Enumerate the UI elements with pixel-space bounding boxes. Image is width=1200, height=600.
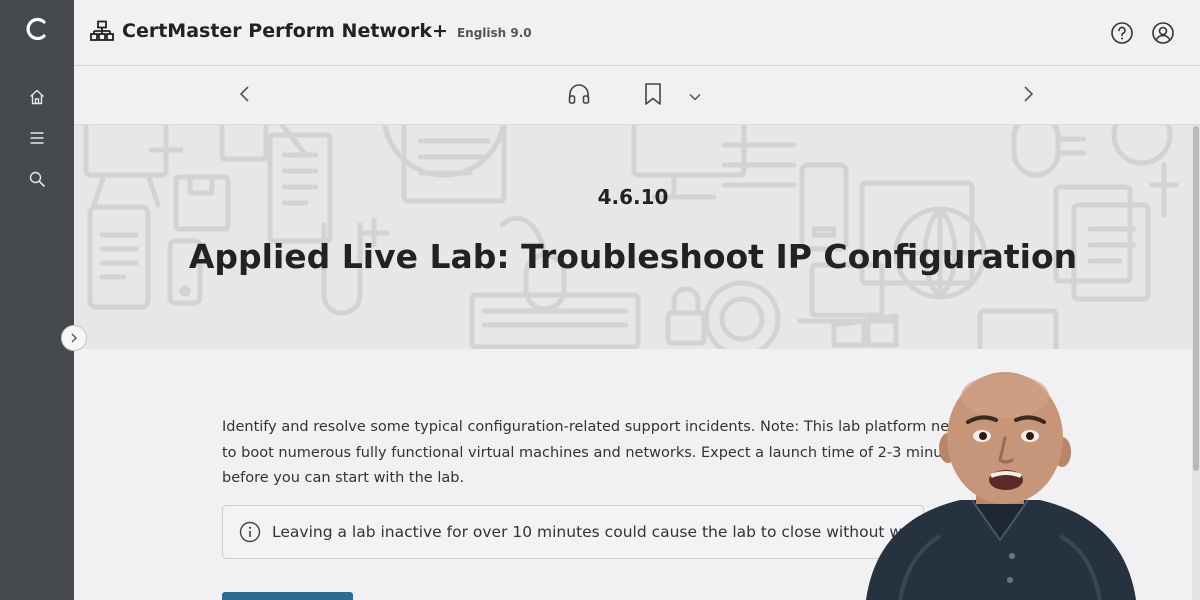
chevron-left-icon bbox=[237, 85, 253, 107]
page-title: Applied Live Lab: Troubleshoot IP Config… bbox=[188, 237, 1078, 276]
content-toolbar bbox=[74, 67, 1200, 125]
bookmark-button[interactable] bbox=[639, 82, 667, 110]
home-icon bbox=[28, 88, 46, 106]
menu-icon bbox=[28, 129, 46, 147]
home-button[interactable] bbox=[22, 82, 52, 112]
info-icon bbox=[239, 521, 261, 543]
menu-button[interactable] bbox=[22, 123, 52, 153]
inactivity-notice: Leaving a lab inactive for over 10 minut… bbox=[222, 505, 924, 559]
scrollbar-thumb[interactable] bbox=[1193, 126, 1199, 471]
network-icon bbox=[90, 19, 114, 43]
bookmark-dropdown-button[interactable] bbox=[681, 82, 709, 110]
app-logo-icon[interactable] bbox=[22, 14, 52, 44]
left-rail bbox=[0, 0, 74, 600]
help-icon[interactable] bbox=[1110, 21, 1134, 45]
sidebar-expand-button[interactable] bbox=[61, 325, 87, 351]
previous-button[interactable] bbox=[231, 82, 259, 110]
bookmark-icon bbox=[643, 82, 663, 110]
app-header: CertMaster Perform Network+ English 9.0 bbox=[74, 0, 1200, 66]
presenter-video-overlay bbox=[866, 372, 1136, 600]
search-icon bbox=[28, 170, 46, 188]
notice-text: Leaving a lab inactive for over 10 minut… bbox=[272, 523, 923, 541]
audio-button[interactable] bbox=[565, 82, 593, 110]
lab-hero-banner: 4.6.10 Applied Live Lab: Troubleshoot IP… bbox=[74, 125, 1192, 349]
lab-number: 4.6.10 bbox=[597, 185, 669, 209]
chevron-right-icon bbox=[69, 329, 79, 348]
chevron-right-icon bbox=[1020, 85, 1036, 107]
brand: CertMaster Perform Network+ English 9.0 bbox=[90, 19, 532, 43]
user-icon[interactable] bbox=[1151, 21, 1175, 45]
next-button[interactable] bbox=[1014, 82, 1042, 110]
headphones-icon bbox=[567, 83, 591, 109]
launch-lab-button[interactable] bbox=[222, 592, 353, 600]
app-title: CertMaster Perform Network+ bbox=[122, 20, 448, 42]
search-button[interactable] bbox=[22, 164, 52, 194]
chevron-down-icon bbox=[688, 87, 702, 106]
app-version: English 9.0 bbox=[456, 26, 532, 40]
